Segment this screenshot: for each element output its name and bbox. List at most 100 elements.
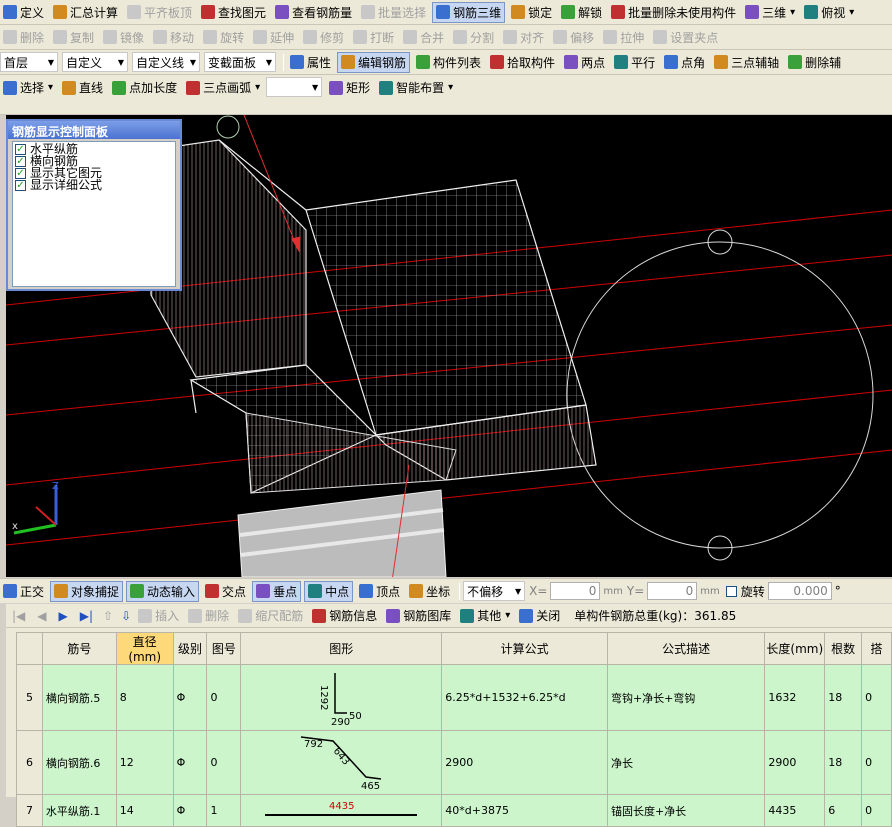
smart-layout-button[interactable]: 智能布置 ▾ (376, 77, 456, 98)
cell-fig[interactable]: 0 (206, 730, 242, 795)
align-button[interactable]: 对齐 (500, 27, 547, 48)
component-list-button[interactable]: 构件列表 (413, 52, 484, 73)
cell-desc[interactable]: 锚固长度+净长 (606, 794, 766, 827)
move-down-icon[interactable]: ⇩ (121, 609, 131, 623)
snap-0-button[interactable]: 正交 (0, 581, 47, 602)
cell-length[interactable]: 1632 (764, 664, 826, 731)
cell-diameter[interactable]: 14 (115, 794, 174, 827)
offset-select[interactable]: 不偏移 ▼ (463, 581, 526, 601)
rotate-button[interactable]: 旋转 (200, 27, 247, 48)
column-header[interactable]: 级别 (172, 632, 208, 665)
cell-formula[interactable]: 2900 (441, 730, 608, 795)
point-angle-button[interactable]: 点角 (661, 52, 708, 73)
rebar-tool-4-button[interactable]: 钢筋图库 (383, 605, 454, 626)
define-button[interactable]: 定义 (0, 2, 47, 23)
cell-length[interactable]: 2900 (764, 730, 826, 795)
cell-diameter[interactable]: 8 (115, 664, 174, 731)
rectangle-button[interactable]: 矩形 (326, 77, 373, 98)
rebar-tool-5-button[interactable]: 其他 ▾ (457, 605, 513, 626)
snap-6-button[interactable]: 顶点 (356, 581, 403, 602)
arc-mode-select[interactable]: ▼ (266, 77, 323, 97)
cell-idx[interactable]: 6 (16, 730, 43, 795)
cell-lap[interactable]: 0 (861, 730, 892, 795)
column-header[interactable]: 计算公式 (441, 632, 608, 665)
properties-button[interactable]: 属性 (287, 52, 334, 73)
cell-grade[interactable]: Φ (172, 730, 208, 795)
cursor-button[interactable]: 选择 ▾ (0, 77, 56, 98)
checkbox[interactable]: ✓ (15, 179, 26, 191)
rebar-tool-2-button[interactable]: 缩尺配筋 (235, 605, 306, 626)
next-record-icon[interactable]: ▶ (59, 609, 68, 623)
first-record-icon[interactable]: |◀ (12, 609, 25, 623)
move-button[interactable]: 移动 (150, 27, 197, 48)
cell-count[interactable]: 18 (824, 730, 863, 795)
batch-delete-button[interactable]: 批量删除未使用构件 (608, 2, 739, 23)
checkbox[interactable]: ✓ (15, 143, 26, 155)
column-header[interactable]: 直径(mm) (115, 632, 174, 665)
cell-grade[interactable]: Φ (172, 794, 208, 827)
x-coordinate-input[interactable]: 0 (550, 582, 601, 600)
offset-button[interactable]: 偏移 (550, 27, 597, 48)
move-up-icon[interactable]: ⇧ (103, 609, 113, 623)
batch-select-button[interactable]: 批量选择 (358, 2, 429, 23)
table-row[interactable]: 7 水平纵筋.1 14 Φ 1 4435 40*d+3875 锚固长度+净长 4435 6 0 (16, 794, 892, 827)
trim-button[interactable]: 修剪 (300, 27, 347, 48)
3d-cube-button[interactable]: 三维 ▾ (742, 2, 798, 23)
point-length-button[interactable]: 点加长度 (109, 77, 180, 98)
category-select[interactable]: 自定义 ▼ (62, 52, 128, 72)
stretch-button[interactable]: 拉伸 (600, 27, 647, 48)
sigma-button[interactable]: 汇总计算 (50, 2, 121, 23)
type-select[interactable]: 自定义线 ▼ (132, 52, 200, 72)
snap-2-button[interactable]: 动态输入 (126, 580, 200, 602)
cell-name[interactable]: 横向钢筋.6 (41, 730, 117, 795)
cell-count[interactable]: 18 (824, 664, 863, 731)
snap-1-button[interactable]: 对象捕捉 (50, 580, 124, 602)
cell-lap[interactable]: 0 (861, 664, 892, 731)
flush-slab-button[interactable]: 平齐板顶 (124, 2, 195, 23)
pick-button[interactable]: 拾取构件 (487, 52, 558, 73)
merge-button[interactable]: 合并 (400, 27, 447, 48)
column-header[interactable]: 搭 (861, 632, 892, 665)
two-point-button[interactable]: 两点 (561, 52, 608, 73)
rebar-tool-1-button[interactable]: 删除 (185, 605, 232, 626)
arc-button[interactable]: 三点画弧 ▾ (183, 77, 263, 98)
find-button[interactable]: 查找图元 (198, 2, 269, 23)
snap-4-button[interactable]: 垂点 (252, 580, 302, 602)
cell-fig[interactable]: 0 (206, 664, 242, 731)
cell-name[interactable]: 水平纵筋.1 (41, 794, 117, 827)
delete-button[interactable]: 删除 (0, 27, 47, 48)
rebar-shape-cell[interactable]: 792 643 465 (240, 730, 443, 795)
rebar-tool-3-button[interactable]: 钢筋信息 (309, 605, 380, 626)
column-header[interactable]: 公式描述 (606, 632, 766, 665)
edit-rebar-button[interactable]: 编辑钢筋 (337, 51, 411, 73)
snap-7-button[interactable]: 坐标 (406, 581, 453, 602)
cell-formula[interactable]: 40*d+3875 (441, 794, 608, 827)
three-point-axis-button[interactable]: 三点辅轴 (711, 52, 782, 73)
column-header[interactable]: 图形 (240, 632, 443, 665)
rebar-3d-button[interactable]: 钢筋三维 (432, 1, 506, 23)
prev-record-icon[interactable]: ◀ (37, 609, 46, 623)
rotate-checkbox[interactable] (725, 585, 737, 597)
column-header[interactable]: 筋号 (41, 632, 117, 665)
cell-formula[interactable]: 6.25*d+1532+6.25*d (441, 664, 608, 731)
cell-desc[interactable]: 净长 (606, 730, 766, 795)
rotate-input[interactable]: 0.000 (767, 582, 832, 600)
component-select[interactable]: 变截面板 ▼ (204, 52, 276, 72)
rebar-tool-6-button[interactable]: 关闭 (516, 605, 563, 626)
table-row[interactable]: 6 横向钢筋.6 12 Φ 0 792 643 465 2900 净长 2900 18 0 (16, 730, 892, 795)
parallel-button[interactable]: 平行 (611, 52, 658, 73)
cell-desc[interactable]: 弯钩+净长+弯钩 (606, 664, 766, 731)
cell-idx[interactable]: 7 (16, 794, 43, 827)
rebar-shape-cell[interactable]: 4435 (240, 794, 443, 827)
cell-idx[interactable]: 5 (16, 664, 43, 731)
column-header[interactable]: 长度(mm) (764, 632, 826, 665)
cell-name[interactable]: 横向钢筋.5 (41, 664, 117, 731)
line-button[interactable]: 直线 (59, 77, 106, 98)
delete-axis-button[interactable]: 删除辅 (785, 52, 844, 73)
column-header[interactable]: 图号 (206, 632, 242, 665)
grip-button[interactable]: 设置夹点 (650, 27, 721, 48)
view-rebar-button[interactable]: 查看钢筋量 (272, 2, 355, 23)
copy-button[interactable]: 复制 (50, 27, 97, 48)
cell-grade[interactable]: Φ (172, 664, 208, 731)
top-view-button[interactable]: 俯视 ▾ (801, 2, 857, 23)
